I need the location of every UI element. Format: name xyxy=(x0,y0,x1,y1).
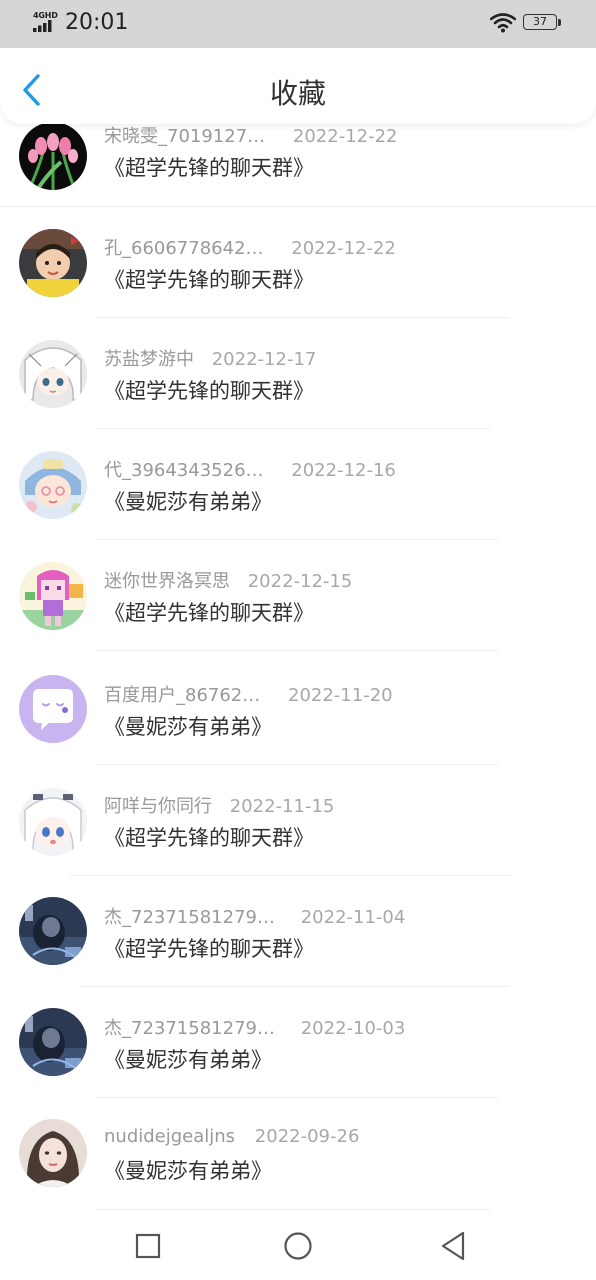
list-item[interactable]: 阿咩与你同行 2022-11-15 《超学先锋的聊天群》 xyxy=(0,766,596,877)
divider xyxy=(96,764,498,765)
list-item[interactable]: 代_3964343526… 2022-12-16 《曼妮莎有弟弟》 xyxy=(0,433,596,544)
battery-tip xyxy=(558,19,561,26)
status-time: 20:01 xyxy=(65,10,129,35)
divider xyxy=(70,875,510,876)
header: 收藏 xyxy=(0,48,596,124)
item-date: 2022-11-04 xyxy=(300,907,406,928)
favorites-screen: 4GHD 20:01 37 收藏 宋晓雯_7019127… 2022-12-22… xyxy=(0,0,596,1280)
avatar xyxy=(19,897,87,965)
group-name: 《超学先锋的聊天群》 xyxy=(104,937,314,961)
user-name: 杰_72371581279… xyxy=(104,1018,275,1039)
network-type: 4GHD xyxy=(33,11,58,20)
divider xyxy=(96,428,490,429)
divider xyxy=(80,986,510,987)
user-name: 迷你世界洛冥思 xyxy=(104,571,230,592)
avatar xyxy=(19,1119,87,1187)
item-date: 2022-12-16 xyxy=(291,460,396,481)
group-name: 《超学先锋的聊天群》 xyxy=(104,268,314,292)
group-name: 《超学先锋的聊天群》 xyxy=(104,826,314,850)
divider xyxy=(96,1097,498,1098)
list-item[interactable]: 孔_6606778642… 2022-12-22 《超学先锋的聊天群》 xyxy=(0,211,596,322)
circle-icon xyxy=(284,1232,312,1260)
group-name: 《超学先锋的聊天群》 xyxy=(104,601,314,625)
item-meta: 宋晓雯_7019127… 2022-12-22 xyxy=(104,122,398,148)
group-name: 《曼妮莎有弟弟》 xyxy=(104,490,272,514)
divider xyxy=(0,206,596,207)
avatar xyxy=(19,340,87,408)
avatar xyxy=(19,675,87,743)
item-meta: 百度用户_86762… 2022-11-20 xyxy=(104,681,393,707)
triangle-back-icon xyxy=(441,1231,465,1261)
divider xyxy=(96,317,510,318)
item-date: 2022-11-15 xyxy=(229,796,335,817)
divider xyxy=(96,650,498,651)
list-item[interactable]: 苏盐梦游中 2022-12-17 《超学先锋的聊天群》 xyxy=(0,322,596,433)
user-name: 百度用户_86762… xyxy=(104,685,261,706)
user-name: 代_3964343526… xyxy=(104,460,264,481)
avatar xyxy=(19,562,87,630)
group-name: 《超学先锋的聊天群》 xyxy=(104,379,314,403)
wifi-icon xyxy=(490,13,516,33)
group-name: 《超学先锋的聊天群》 xyxy=(104,156,314,180)
page-title: 收藏 xyxy=(269,77,326,110)
system-back-button[interactable] xyxy=(435,1228,471,1264)
list-item[interactable]: 杰_72371581279… 2022-10-03 《曼妮莎有弟弟》 xyxy=(0,988,596,1099)
user-name: 阿咩与你同行 xyxy=(104,796,212,817)
item-meta: 阿咩与你同行 2022-11-15 xyxy=(104,792,334,818)
square-icon xyxy=(135,1233,161,1259)
divider xyxy=(96,1209,490,1210)
user-name: 宋晓雯_7019127… xyxy=(104,126,266,147)
item-meta: 杰_72371581279… 2022-11-04 xyxy=(104,903,405,929)
recents-button[interactable] xyxy=(130,1228,166,1264)
item-date: 2022-11-20 xyxy=(288,685,393,706)
item-meta: 杰_72371581279… 2022-10-03 xyxy=(104,1014,405,1040)
battery-indicator: 37 xyxy=(523,14,557,30)
avatar xyxy=(19,788,87,856)
user-name: 苏盐梦游中 xyxy=(104,349,194,370)
list-item[interactable]: 百度用户_86762… 2022-11-20 《曼妮莎有弟弟》 xyxy=(0,655,596,766)
item-date: 2022-10-03 xyxy=(300,1018,406,1039)
group-name: 《曼妮莎有弟弟》 xyxy=(104,1048,272,1072)
divider xyxy=(96,539,498,540)
status-bar: 4GHD 20:01 37 xyxy=(0,0,596,48)
avatar xyxy=(19,451,87,519)
item-date: 2022-09-26 xyxy=(254,1126,360,1147)
item-meta: 苏盐梦游中 2022-12-17 xyxy=(104,345,316,371)
item-date: 2022-12-15 xyxy=(247,571,353,592)
item-meta: 代_3964343526… 2022-12-16 xyxy=(104,456,396,482)
item-meta: 迷你世界洛冥思 2022-12-15 xyxy=(104,567,352,593)
home-button[interactable] xyxy=(280,1228,316,1264)
user-name: 孔_6606778642… xyxy=(104,238,264,259)
user-name: 杰_72371581279… xyxy=(104,907,275,928)
list-item[interactable]: 迷你世界洛冥思 2022-12-15 《超学先锋的聊天群》 xyxy=(0,544,596,655)
avatar xyxy=(19,1008,87,1076)
group-name: 《曼妮莎有弟弟》 xyxy=(104,715,272,739)
group-name: 《曼妮莎有弟弟》 xyxy=(104,1159,272,1183)
item-date: 2022-12-22 xyxy=(292,126,398,147)
list-item[interactable]: nudidejgealjns 2022-09-26 《曼妮莎有弟弟》 xyxy=(0,1099,596,1210)
item-meta: 孔_6606778642… 2022-12-22 xyxy=(104,234,396,260)
item-date: 2022-12-17 xyxy=(211,349,317,370)
system-nav-bar xyxy=(0,1212,596,1280)
avatar xyxy=(19,122,87,190)
item-meta: nudidejgealjns 2022-09-26 xyxy=(104,1126,359,1147)
list-item[interactable]: 杰_72371581279… 2022-11-04 《超学先锋的聊天群》 xyxy=(0,877,596,988)
signal-icon xyxy=(33,20,52,32)
avatar xyxy=(19,229,87,297)
user-name: nudidejgealjns xyxy=(104,1126,236,1147)
item-date: 2022-12-22 xyxy=(291,238,396,259)
